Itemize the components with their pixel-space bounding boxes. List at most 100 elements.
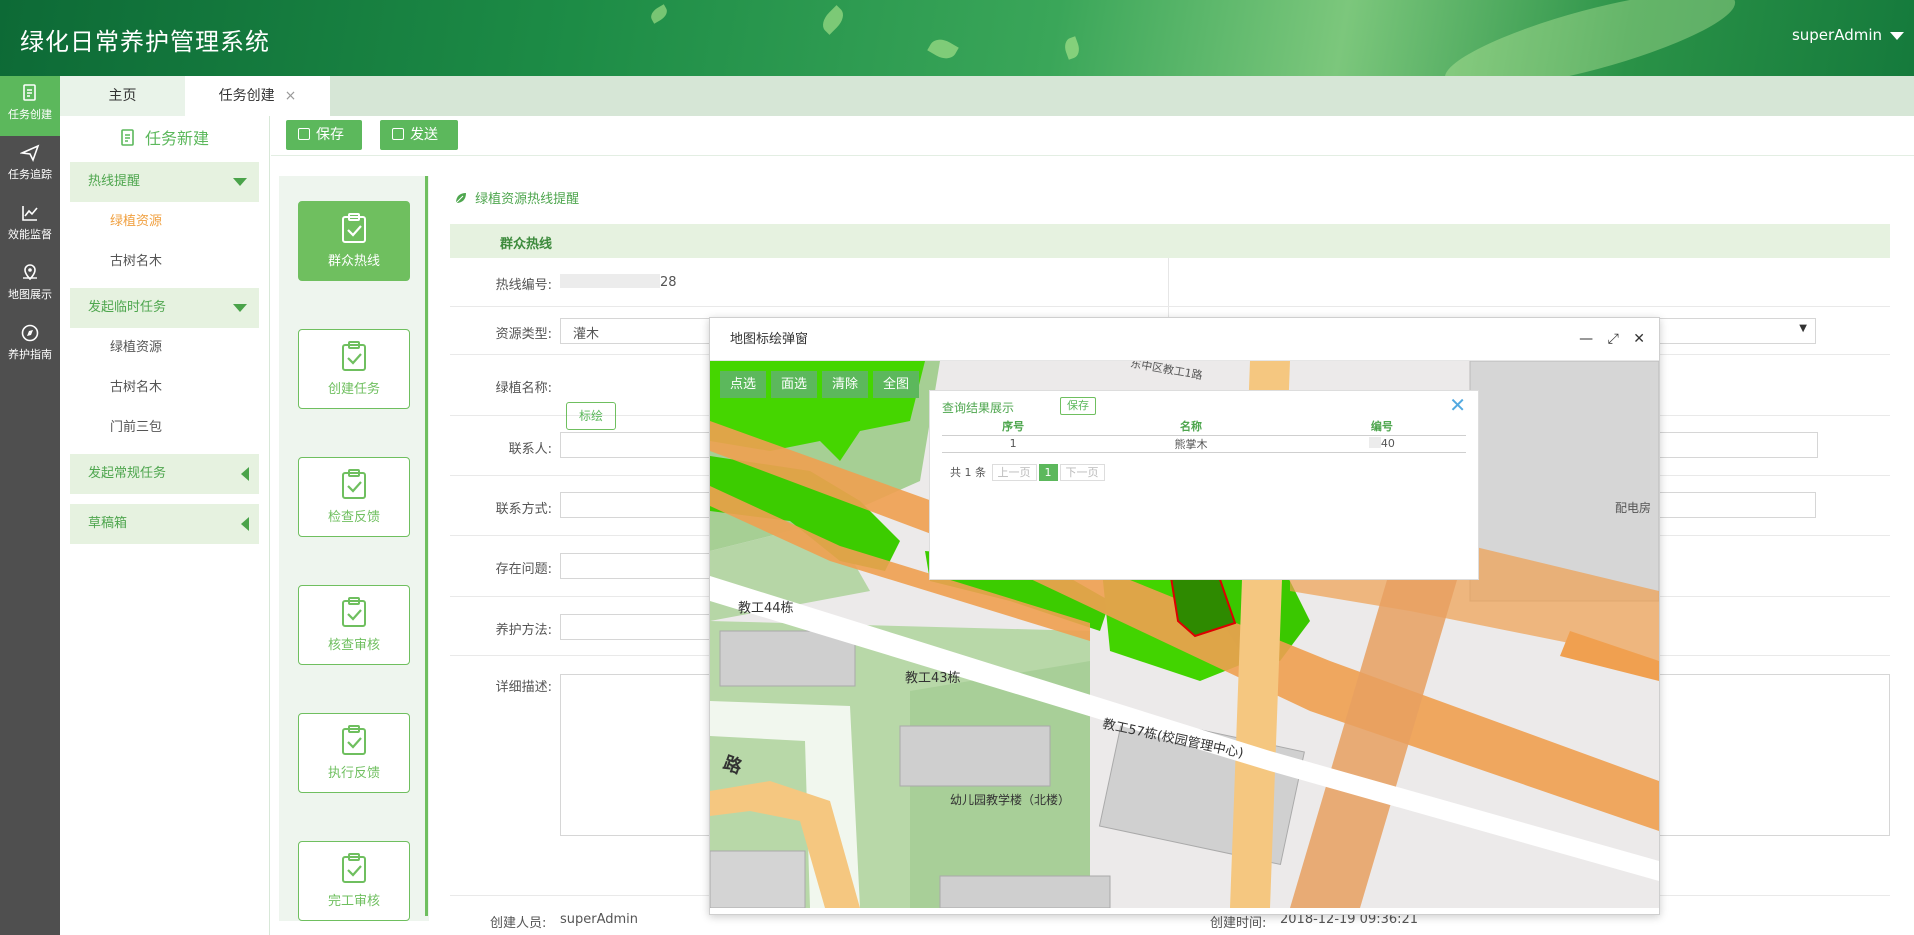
- resource-type-label: 资源类型:: [495, 327, 552, 342]
- redacted-block: [560, 274, 660, 288]
- page-number[interactable]: 1: [1038, 464, 1058, 481]
- contact-phone-label: 联系方式:: [495, 502, 552, 517]
- clipboard-check-icon: [342, 213, 366, 243]
- table-row[interactable]: 1 熊掌木 40: [942, 435, 1466, 453]
- method-input[interactable]: [560, 614, 710, 640]
- plant-name-label: 绿植名称:: [495, 381, 552, 396]
- task-create-icon: [23, 84, 36, 101]
- cell-name: 熊掌木: [1084, 435, 1298, 453]
- map-label-b44: 教工44栋: [738, 601, 794, 616]
- close-icon[interactable]: ×: [285, 88, 297, 104]
- dropdown-arrow-icon: ▼: [1799, 323, 1807, 334]
- query-table: 序号 名称 编号 1 熊掌木 40: [942, 418, 1466, 453]
- workflow-step-complete[interactable]: 完工审核: [298, 841, 410, 921]
- sidebar-item-ancient-tree[interactable]: 古树名木: [60, 242, 269, 282]
- sidebar-item-green-resource[interactable]: 绿植资源: [60, 202, 269, 242]
- app-title: 绿化日常养护管理系统: [20, 28, 270, 56]
- tab-task-create[interactable]: 任务创建 ×: [185, 76, 330, 116]
- column-header: 名称: [1084, 418, 1298, 436]
- cell-code-value: 40: [1380, 437, 1395, 450]
- send-icon: [392, 128, 404, 140]
- group-label: 发起常规任务: [88, 466, 167, 481]
- group-label: 发起临时任务: [88, 300, 167, 315]
- send-icon: [20, 144, 40, 163]
- send-button[interactable]: 发送: [380, 120, 458, 150]
- sidebar: 任务新建 热线提醒 绿植资源 古树名木 发起临时任务 绿植资源 古树名木 门前三…: [60, 116, 270, 935]
- cell-index: 1: [942, 435, 1085, 453]
- pager: 共 1 条 上一页 1 下一页: [950, 464, 1105, 481]
- tab-home[interactable]: 主页: [60, 76, 185, 116]
- rail-label: 养护指南: [8, 348, 52, 361]
- group-bar: 群众热线: [450, 224, 1890, 258]
- step-label: 群众热线: [327, 254, 380, 269]
- minimize-icon[interactable]: —: [1579, 331, 1593, 347]
- sidebar-item-doorfront[interactable]: 门前三包: [60, 408, 269, 448]
- contact-label: 联系人:: [508, 442, 552, 457]
- dialog-controls: — ⤢ ✕: [1569, 331, 1645, 347]
- workflow-step-create[interactable]: 创建任务: [298, 329, 410, 409]
- map-label-kinder: 幼儿园教学楼（北楼）: [950, 793, 1071, 807]
- creator-label: 创建人员:: [490, 916, 547, 931]
- area-select-button[interactable]: 面选: [771, 371, 817, 398]
- rail-item-map[interactable]: 地图展示: [0, 256, 60, 316]
- workflow-progress-line: [425, 176, 428, 916]
- contact-phone-input[interactable]: [560, 492, 710, 518]
- detail-label: 详细描述:: [495, 680, 552, 695]
- left-rail: 任务创建 任务追踪 效能监督 地图展示 养护指南: [0, 76, 60, 935]
- caret-down-icon: [233, 178, 247, 186]
- workflow-step-hotline[interactable]: 群众热线: [298, 201, 410, 281]
- sidebar-group-temp-task[interactable]: 发起临时任务: [70, 288, 259, 328]
- leaf-decoration: [1062, 36, 1082, 60]
- map-label-b43: 教工43栋: [905, 671, 961, 686]
- workflow-step-check[interactable]: 检查反馈: [298, 457, 410, 537]
- sidebar-group-hotline[interactable]: 热线提醒: [70, 162, 259, 202]
- rail-item-efficiency[interactable]: 效能监督: [0, 196, 60, 256]
- resource-type-value: 灌木: [573, 327, 600, 342]
- clipboard-check-icon: [342, 725, 366, 755]
- map-pin-icon: [23, 264, 37, 281]
- document-icon: [121, 129, 134, 146]
- prev-page-button[interactable]: 上一页: [991, 464, 1037, 481]
- group-label: 草稿箱: [88, 516, 128, 531]
- close-icon[interactable]: ✕: [1449, 393, 1466, 417]
- point-select-button[interactable]: 点选: [720, 371, 766, 398]
- rail-item-task-track[interactable]: 任务追踪: [0, 136, 60, 196]
- save-button[interactable]: 保存: [286, 120, 362, 150]
- step-label: 执行反馈: [327, 766, 380, 781]
- workflow-step-review[interactable]: 核查审核: [298, 585, 410, 665]
- pager-total: 共 1 条: [950, 466, 986, 479]
- sidebar-item-ancient-tree-2[interactable]: 古树名木: [60, 368, 269, 408]
- sidebar-item-green-resource-2[interactable]: 绿植资源: [60, 328, 269, 368]
- sidebar-group-regular-task[interactable]: 发起常规任务: [70, 454, 259, 494]
- sidebar-group-drafts[interactable]: 草稿箱: [70, 504, 259, 544]
- resource-type-select[interactable]: 灌木: [560, 318, 710, 344]
- full-extent-button[interactable]: 全图: [873, 371, 919, 398]
- clipboard-check-icon: [342, 853, 366, 883]
- creator-value: superAdmin: [560, 912, 639, 927]
- contact-input[interactable]: [560, 432, 710, 458]
- light-swoosh: [1437, 0, 1743, 76]
- caret-left-icon: [241, 467, 249, 481]
- rail-item-guide[interactable]: 养护指南: [0, 316, 60, 376]
- clear-button[interactable]: 清除: [822, 371, 868, 398]
- hotline-no-value: 28: [560, 274, 677, 290]
- tab-home-label: 主页: [108, 88, 137, 104]
- map-canvas[interactable]: 教工44栋 教工43栋 教工57栋(校园管理中心) 幼儿园教学楼（北楼） 东中区…: [710, 361, 1659, 908]
- step-label: 创建任务: [327, 382, 380, 397]
- step-label: 完工审核: [327, 894, 380, 909]
- column-header: 序号: [942, 418, 1085, 436]
- query-result-panel: 查询结果展示 保存 ✕ 序号 名称 编号 1 熊掌木 40 共 1 条 上一页 1…: [929, 390, 1479, 580]
- group-label: 热线提醒: [88, 174, 141, 189]
- leaf-icon: [455, 193, 466, 204]
- user-menu[interactable]: superAdmin: [1792, 26, 1882, 44]
- leaf-decoration: [648, 4, 670, 24]
- query-save-button[interactable]: 保存: [1060, 397, 1096, 415]
- tab-task-label: 任务创建: [218, 88, 275, 104]
- problem-input[interactable]: [560, 553, 710, 579]
- workflow-step-execute[interactable]: 执行反馈: [298, 713, 410, 793]
- chevron-down-icon[interactable]: [1890, 32, 1904, 40]
- next-page-button[interactable]: 下一页: [1059, 464, 1105, 481]
- maximize-icon[interactable]: ⤢: [1608, 331, 1619, 347]
- close-icon[interactable]: ✕: [1633, 331, 1645, 347]
- rail-item-task-create[interactable]: 任务创建: [0, 76, 60, 136]
